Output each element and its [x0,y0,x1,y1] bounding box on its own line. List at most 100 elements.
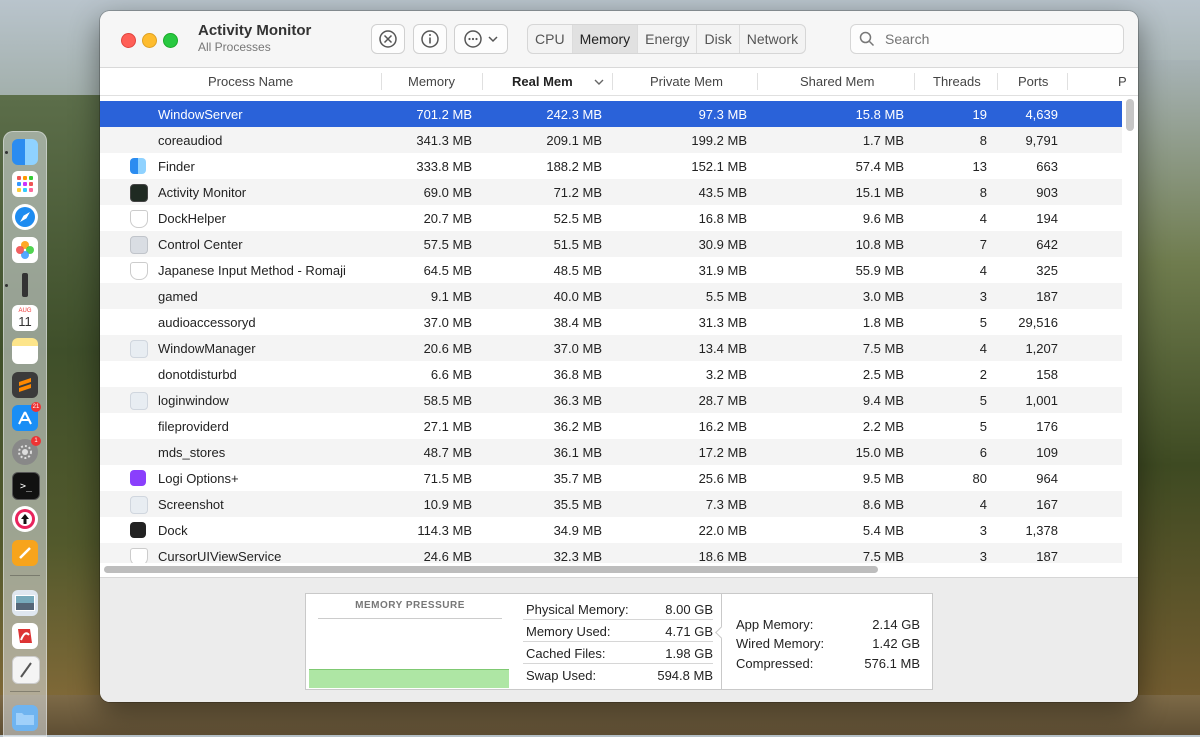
cell-threads: 3 [979,289,987,304]
cell-real-mem: 36.8 MB [553,367,602,382]
column-threads[interactable]: Threads [933,74,981,89]
table-row[interactable]: DockHelper 20.7 MB 52.5 MB 16.8 MB 9.6 MB 4 19… [100,205,1122,231]
minimize-window-button[interactable] [142,33,157,48]
cell-ports: 1,378 [1025,523,1058,538]
stat-label: Swap Used: [526,668,597,683]
cell-real-mem: 209.1 MB [546,133,602,148]
cell-ports: 187 [1036,549,1058,563]
process-name: Japanese Input Method - Romaji [158,263,346,278]
process-name: Logi Options+ [158,471,239,486]
process-name: Finder [158,159,195,174]
cell-real-mem: 242.3 MB [546,107,602,122]
more-actions-menu[interactable] [454,24,508,54]
calendar-icon[interactable]: AUG 11 [12,305,38,331]
table-row[interactable]: CursorUIViewService 24.6 MB 32.3 MB 18.6 MB… [100,543,1122,563]
search-input[interactable] [883,30,1107,48]
table-row[interactable]: coreaudiod 341.3 MB 209.1 MB 199.2 MB 1.7 MB… [100,127,1122,153]
table-row[interactable]: loginwindow 58.5 MB 36.3 MB 28.7 MB 9.4 MB 5 1… [100,387,1122,413]
column-process-name[interactable]: Process Name [208,74,293,89]
title-bar: Activity Monitor All Processes CPU Memor… [100,11,1138,68]
settings-badge: 1 [31,436,41,446]
column-real-mem[interactable]: Real Mem [512,74,573,89]
table-row[interactable]: audioaccessoryd 37.0 MB 38.4 MB 31.3 MB 1.8 … [100,309,1122,335]
table-row[interactable]: Finder 333.8 MB 188.2 MB 152.1 MB 57.4 MB 13 6… [100,153,1122,179]
folder-icon[interactable] [12,705,38,731]
preview-icon[interactable] [12,590,38,616]
inspect-process-button[interactable] [413,24,447,54]
vertical-scrollbar[interactable] [1126,99,1134,131]
table-row[interactable]: donotdisturbd 6.6 MB 36.8 MB 3.2 MB 2.5 MB 2 1… [100,361,1122,387]
table-row[interactable]: Control Center 57.5 MB 51.5 MB 30.9 MB 10.8 … [100,231,1122,257]
cell-private-mem: 28.7 MB [698,393,747,408]
memory-summary-panel: MEMORY PRESSURE Physical Memory: 8.00 GB… [100,577,1138,702]
cell-ports: 29,516 [1018,315,1058,330]
launchpad-icon[interactable] [12,171,38,197]
column-shared-mem[interactable]: Shared Mem [800,74,874,89]
pages-icon[interactable] [12,540,38,566]
tab-energy[interactable]: Energy [638,25,698,53]
tab-cpu[interactable]: CPU [528,25,573,53]
activity-monitor-icon [130,184,148,202]
table-row[interactable]: Japanese Input Method - Romaji 64.5 MB 48.… [100,257,1122,283]
maximize-window-button[interactable] [163,33,178,48]
column-private-mem[interactable]: Private Mem [650,74,723,89]
search-field[interactable] [850,24,1124,54]
cell-shared-mem: 7.5 MB [862,341,904,356]
cell-threads: 6 [979,445,987,460]
cell-real-mem: 48.5 MB [553,263,602,278]
system-settings-icon[interactable]: 1 [12,436,41,465]
cell-real-mem: 36.2 MB [553,419,602,434]
stat-label: Physical Memory: [526,602,629,617]
horizontal-scrollbar[interactable] [104,566,878,573]
pdf-icon[interactable] [12,623,38,649]
table-row[interactable]: gamed 9.1 MB 40.0 MB 5.5 MB 3.0 MB 3 187 [100,283,1122,309]
cell-ports: 1,207 [1025,341,1058,356]
table-row[interactable]: fileproviderd 27.1 MB 36.2 MB 16.2 MB 2.2 MB… [100,413,1122,439]
stop-process-button[interactable] [371,24,405,54]
cell-ports: 325 [1036,263,1058,278]
memory-pressure-baseline [318,618,502,619]
photos-icon[interactable] [12,237,38,263]
cell-memory: 10.9 MB [423,497,472,512]
close-window-button[interactable] [121,33,136,48]
column-pid[interactable]: P [1118,74,1127,89]
memory-pressure-title: MEMORY PRESSURE [355,600,465,611]
terminal-icon[interactable] [12,272,38,298]
stat-label: Cached Files: [526,646,606,661]
cell-threads: 4 [979,263,987,278]
finder-icon[interactable] [12,139,38,165]
cell-memory: 48.7 MB [423,445,472,460]
sublime-icon[interactable] [12,372,38,398]
table-row[interactable]: mds_stores 48.7 MB 36.1 MB 17.2 MB 15.0 MB 6 1… [100,439,1122,465]
tab-network[interactable]: Network [740,25,805,53]
cell-shared-mem: 7.5 MB [862,549,904,563]
info-icon [421,30,439,48]
table-row[interactable]: Screenshot 10.9 MB 35.5 MB 7.3 MB 8.6 MB 4 167 [100,491,1122,517]
cell-real-mem: 32.3 MB [553,549,602,563]
chevron-down-icon [488,36,498,43]
table-row[interactable]: Activity Monitor 69.0 MB 71.2 MB 43.5 MB 15.… [100,179,1122,205]
process-name: Control Center [158,237,243,252]
column-memory[interactable]: Memory [408,74,455,89]
ellipsis-circle-icon [464,30,482,48]
safari-icon[interactable] [12,204,38,230]
cell-shared-mem: 1.8 MB [862,315,904,330]
textedit-icon[interactable] [12,656,40,684]
tab-memory[interactable]: Memory [572,25,639,53]
cell-private-mem: 16.2 MB [698,419,747,434]
table-row[interactable]: WindowManager 20.6 MB 37.0 MB 13.4 MB 7.5 MB… [100,335,1122,361]
category-tabs: CPU Memory Energy Disk Network [527,24,807,54]
process-name: audioaccessoryd [158,315,256,330]
notes-icon[interactable] [12,338,38,364]
upload-icon[interactable] [12,506,38,532]
app-store-icon[interactable]: 21 [12,402,41,431]
table-row[interactable]: WindowServer 701.2 MB 242.3 MB 97.3 MB 15.8 … [100,101,1122,127]
column-ports[interactable]: Ports [1018,74,1048,89]
iterm-icon[interactable]: >_ [12,472,40,500]
cell-real-mem: 35.7 MB [553,471,602,486]
table-row[interactable]: Logi Options+ 71.5 MB 35.7 MB 25.6 MB 9.5 MB… [100,465,1122,491]
tab-disk[interactable]: Disk [697,25,740,53]
cell-threads: 4 [979,341,987,356]
cell-real-mem: 71.2 MB [553,185,602,200]
table-row[interactable]: Dock 114.3 MB 34.9 MB 22.0 MB 5.4 MB 3 1,378 [100,517,1122,543]
